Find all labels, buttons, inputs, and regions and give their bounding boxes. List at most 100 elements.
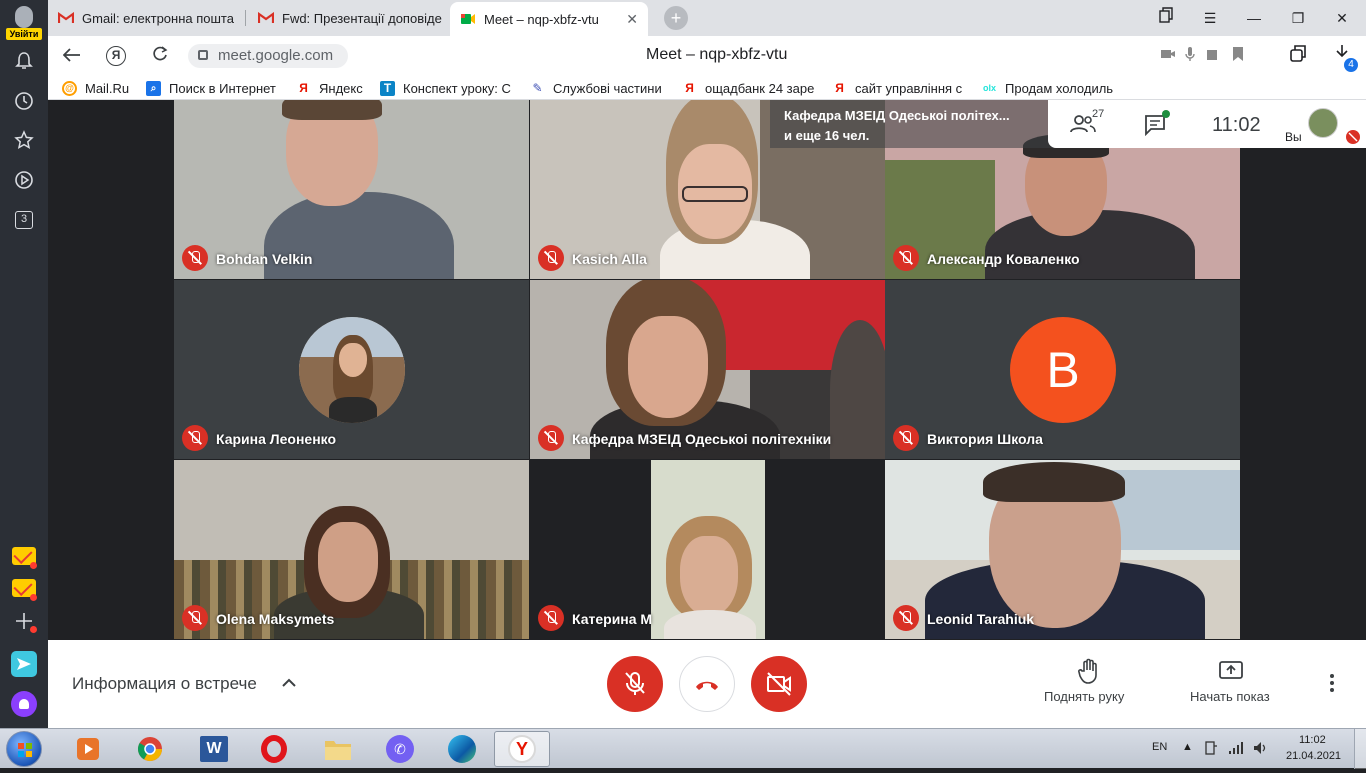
file-explorer-icon[interactable] xyxy=(310,731,366,767)
star-icon[interactable] xyxy=(8,124,40,156)
participant-name: Kasich Alla xyxy=(572,251,647,267)
tray-time[interactable]: 11:02 xyxy=(1299,734,1326,746)
restore-icon[interactable]: ❐ xyxy=(1286,6,1310,30)
extensions-icon[interactable] xyxy=(1286,44,1310,68)
hang-up-icon xyxy=(696,681,718,690)
close-tab-icon[interactable]: ✕ xyxy=(618,11,638,28)
edge-icon[interactable] xyxy=(434,731,490,767)
participant-name: Leonid Tarahiuk xyxy=(927,611,1035,627)
lock-icon xyxy=(198,50,208,60)
yandex-icon: Я xyxy=(835,81,844,95)
bookmark-oschadbank[interactable]: Я ощадбанк 24 заре xyxy=(682,79,814,97)
present-label[interactable]: Начать показ xyxy=(1190,689,1270,704)
meeting-info-button[interactable]: Информация о встрече xyxy=(72,674,257,694)
participant-name: Александр Коваленко xyxy=(927,251,1080,267)
leave-call-button[interactable] xyxy=(679,656,735,712)
tab-meet[interactable]: Meet – nqp-xbfz-vtu ✕ xyxy=(450,2,648,36)
tab-list-icon[interactable] xyxy=(1154,6,1178,30)
mail-notification-dot xyxy=(30,562,37,569)
tabs-count-icon[interactable]: 3 xyxy=(8,204,40,236)
tray-expand-icon[interactable]: ▲ xyxy=(1182,741,1193,753)
opera-icon[interactable] xyxy=(246,731,302,767)
muted-mic-icon xyxy=(893,425,919,451)
send-app-icon[interactable] xyxy=(8,648,40,680)
bookmark-management[interactable]: Я сайт управління с xyxy=(832,79,966,97)
mailru-icon: @ xyxy=(62,80,77,96)
bookmark-mailru[interactable]: @ Mail.Ru xyxy=(62,79,132,97)
network-device-icon[interactable] xyxy=(1204,740,1218,761)
meet-controls-bar: Информация о встрече Поднять руку Начать… xyxy=(48,640,1366,728)
bookmark-icon[interactable] xyxy=(1226,44,1250,68)
yandex-browser-icon[interactable]: Y xyxy=(494,731,550,767)
new-tab-button[interactable]: + xyxy=(664,6,688,30)
gmail-icon xyxy=(258,10,274,26)
microphone-permission-icon[interactable] xyxy=(1178,44,1202,68)
bookmark-label: Поиск в Интернет xyxy=(169,80,276,96)
address-bar: Я meet.google.com Meet – nqp-xbfz-vtu 4 xyxy=(48,36,1366,76)
bookmark-service[interactable]: ✎ Службові частини xyxy=(530,79,664,97)
participant-tile[interactable]: В Виктория Школа xyxy=(885,280,1240,459)
participant-tile[interactable]: Leonid Tarahiuk xyxy=(885,460,1240,639)
t-icon: T xyxy=(380,80,395,96)
yandex-logo-icon[interactable]: Я xyxy=(104,44,128,68)
alice-icon[interactable] xyxy=(8,688,40,720)
chevron-up-icon[interactable] xyxy=(280,674,298,692)
language-indicator[interactable]: EN xyxy=(1152,741,1167,753)
participant-name: Виктория Школа xyxy=(927,431,1043,447)
camera-toggle-button[interactable] xyxy=(751,656,807,712)
play-icon[interactable] xyxy=(8,164,40,196)
participant-tile[interactable]: Bohdan Velkin xyxy=(174,100,529,279)
bookmark-olx[interactable]: olx Продам холодиль xyxy=(982,79,1118,97)
chat-icon[interactable] xyxy=(1144,114,1168,141)
participant-tile[interactable]: Кафедра МЗЕІД Одеськоі політехніки xyxy=(530,280,885,459)
back-icon[interactable] xyxy=(60,44,84,68)
start-button[interactable] xyxy=(6,731,42,767)
present-screen-icon[interactable] xyxy=(1218,660,1244,687)
participant-tile[interactable]: Катерина М xyxy=(530,460,885,639)
history-icon[interactable] xyxy=(8,85,40,117)
bookmark-label: Конспект уроку: С xyxy=(403,80,511,96)
windows-taskbar: W ✆ Y EN ▲ 11:02 21.04.2021 xyxy=(0,728,1366,769)
participant-tile[interactable]: Olena Maksymets xyxy=(174,460,529,639)
microphone-toggle-button[interactable] xyxy=(607,656,663,712)
signal-icon[interactable] xyxy=(1228,741,1244,760)
volume-icon[interactable] xyxy=(1252,740,1268,761)
bookmark-label: Яндекс xyxy=(319,80,363,96)
media-player-icon[interactable] xyxy=(60,731,116,767)
more-options-icon[interactable] xyxy=(1328,674,1336,696)
bookmarks-bar: @ Mail.Ru ⌕ Поиск в Интернет Я Яндекс T … xyxy=(48,76,1366,100)
word-icon[interactable]: W xyxy=(186,731,242,767)
participant-tile[interactable]: Карина Леоненко xyxy=(174,280,529,459)
tabs-count-badge: 3 xyxy=(15,211,33,229)
tray-date[interactable]: 21.04.2021 xyxy=(1286,750,1341,762)
participant-name: Карина Леоненко xyxy=(216,431,337,447)
minimize-icon[interactable]: — xyxy=(1242,6,1266,30)
sidebar-login-button[interactable]: Увійти xyxy=(4,4,44,40)
chat-notification-dot xyxy=(1162,110,1170,118)
bookmark-lesson[interactable]: T Конспект уроку: С xyxy=(380,79,512,97)
bell-icon[interactable] xyxy=(8,45,40,77)
tab-title: Fwd: Презентації доповіде xyxy=(282,10,442,26)
bookmark-search[interactable]: ⌕ Поиск в Интернет xyxy=(146,79,278,97)
chrome-icon[interactable] xyxy=(122,731,178,767)
tab-gmail-fwd[interactable]: Fwd: Презентації доповіде xyxy=(248,2,448,34)
yandex-icon: Я xyxy=(685,81,694,95)
close-window-icon[interactable]: ✕ xyxy=(1330,6,1354,30)
microphone-off-icon xyxy=(625,672,645,695)
muted-mic-icon xyxy=(538,245,564,271)
bookmark-label: Службові частини xyxy=(553,80,662,96)
url-field[interactable]: meet.google.com xyxy=(188,44,348,68)
raise-hand-icon[interactable] xyxy=(1076,658,1102,689)
viber-icon[interactable]: ✆ xyxy=(372,731,428,767)
reload-icon[interactable] xyxy=(148,44,172,68)
sound-icon[interactable] xyxy=(1200,44,1224,68)
tab-gmail[interactable]: Gmail: електронна пошта xyxy=(48,2,244,34)
camera-off-icon xyxy=(767,672,791,696)
show-desktop-button[interactable] xyxy=(1354,729,1366,769)
bookmark-yandex[interactable]: Я Яндекс xyxy=(296,79,366,97)
menu-icon[interactable]: ☰ xyxy=(1198,6,1222,30)
self-avatar[interactable] xyxy=(1308,108,1338,138)
notification-dot xyxy=(30,626,37,633)
raise-hand-label[interactable]: Поднять руку xyxy=(1044,689,1124,704)
camera-permission-icon[interactable] xyxy=(1156,44,1180,68)
